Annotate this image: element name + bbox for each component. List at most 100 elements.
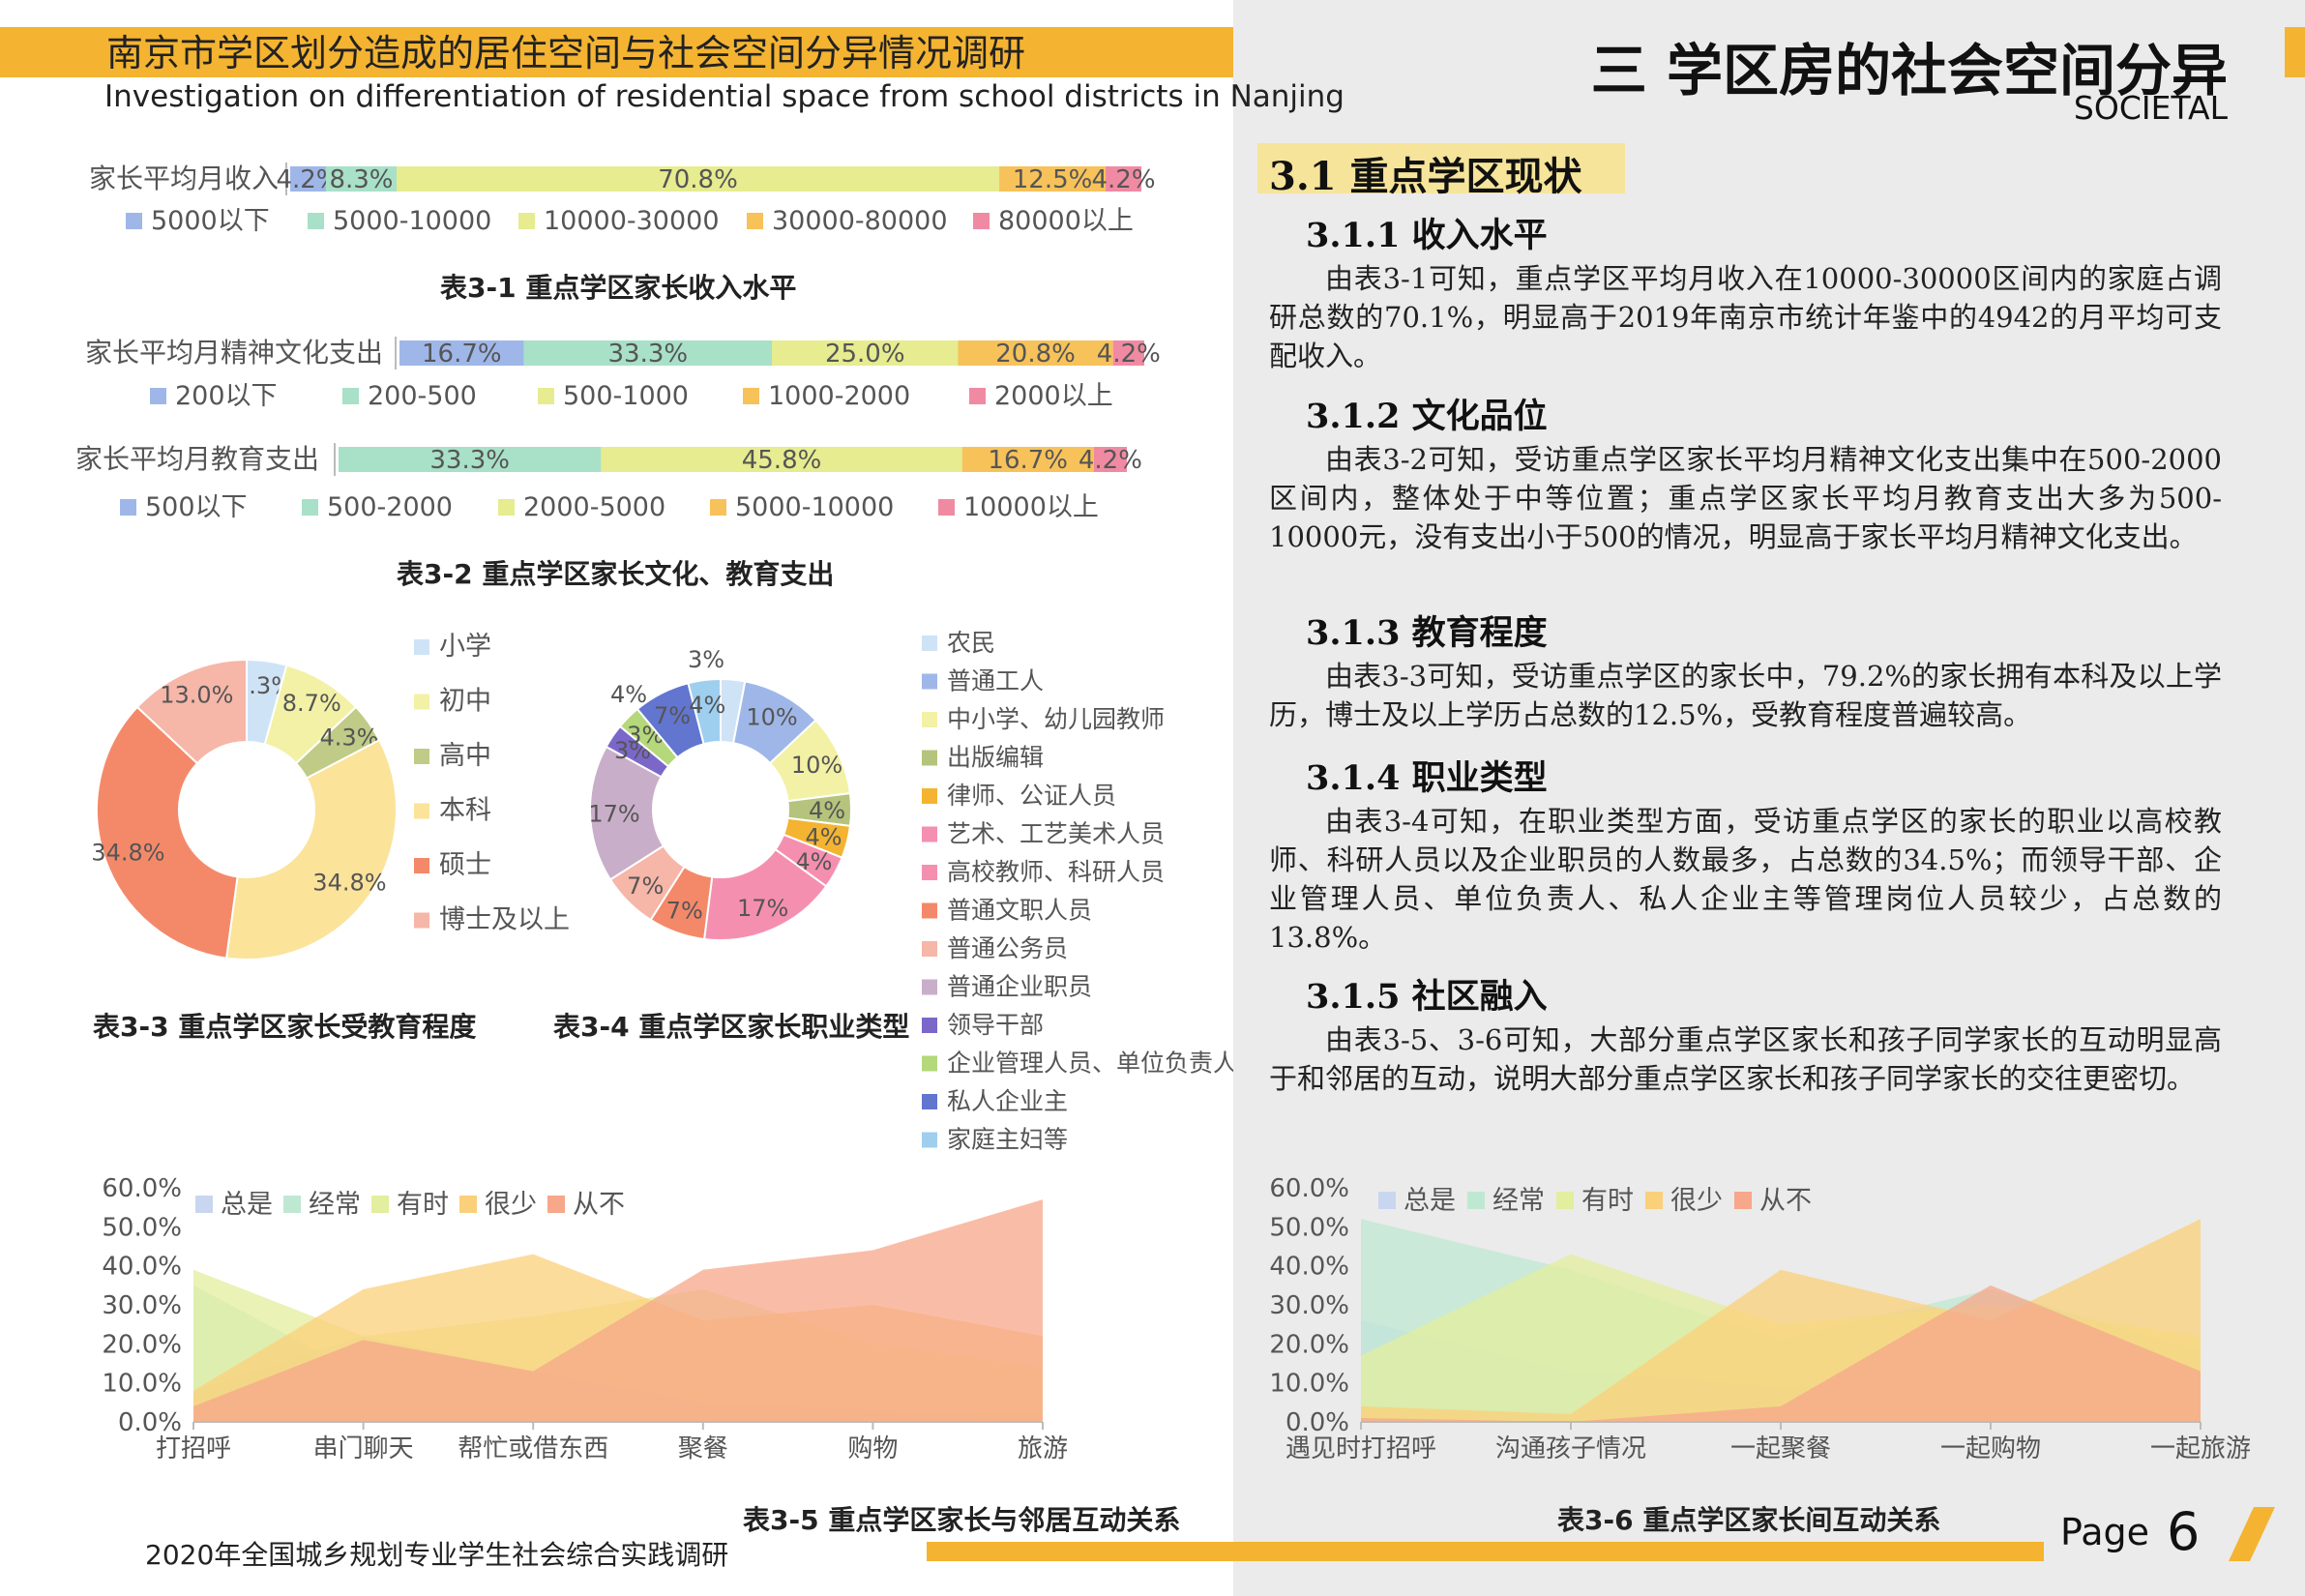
caption-table-3-1: 表3-1 重点学区家长收入水平 <box>440 272 797 304</box>
legend-label: 经常 <box>309 1190 361 1220</box>
legend-label: 律师、公证人员 <box>947 782 1116 810</box>
legend-swatch <box>922 635 937 651</box>
bar-data-label: 4.2% <box>1097 340 1161 369</box>
legend-label: 普通企业职员 <box>947 973 1092 1001</box>
y-tick-label: 20.0% <box>1269 1330 1349 1359</box>
legend-label: 普通工人 <box>947 667 1044 695</box>
x-tick-label: 串门聊天 <box>313 1434 414 1463</box>
legend-label: 500-1000 <box>563 381 689 411</box>
legend-swatch <box>126 213 142 229</box>
legend-label: 1000-2000 <box>768 381 910 411</box>
legend-swatch <box>414 858 429 873</box>
legend-label: 500-2000 <box>327 492 453 522</box>
caption-table-3-4: 表3-4 重点学区家长职业类型 <box>553 1011 910 1043</box>
legend-label: 小学 <box>439 632 491 662</box>
legend-label: 初中 <box>439 687 491 717</box>
bar-data-label: 20.8% <box>995 340 1076 369</box>
legend-label: 高中 <box>439 741 491 771</box>
donut-data-label: 13.0% <box>160 682 233 709</box>
legend-swatch <box>498 499 515 516</box>
legend-swatch <box>414 694 429 710</box>
donut-data-label: 17% <box>737 895 788 922</box>
legend-swatch <box>922 673 937 690</box>
legend-swatch <box>922 1018 937 1033</box>
legend-swatch <box>538 388 554 404</box>
legend-swatch <box>922 1132 937 1148</box>
legend-label: 有时 <box>1581 1186 1634 1216</box>
caption-table-3-5: 表3-5 重点学区家长与邻居互动关系 <box>743 1504 1181 1536</box>
legend-label: 5000以下 <box>151 206 270 236</box>
legend-label: 很少 <box>485 1190 537 1220</box>
legend-swatch <box>922 1055 937 1072</box>
section-occupation-title: 3.1.4 职业类型 <box>1306 758 1548 798</box>
x-tick-label: 一起聚餐 <box>1730 1434 1831 1463</box>
legend-label: 500以下 <box>145 492 248 522</box>
y-tick-label: 30.0% <box>1269 1291 1349 1320</box>
legend-label: 10000以上 <box>963 492 1099 522</box>
donut-data-label: 17% <box>588 800 639 827</box>
y-tick-label: 50.0% <box>1269 1213 1349 1242</box>
legend-label: 总是 <box>221 1190 273 1220</box>
donut-data-label: 8.7% <box>282 690 341 717</box>
legend-swatch <box>922 941 937 957</box>
legend-swatch <box>1556 1192 1574 1209</box>
legend-swatch <box>150 388 166 404</box>
donut-data-label: 4% <box>610 681 647 708</box>
section-education-title: 3.1.3 教育程度 <box>1306 613 1548 653</box>
legend-label: 本科 <box>439 796 491 826</box>
legend-label: 家庭主妇等 <box>947 1126 1068 1154</box>
legend-swatch <box>414 639 429 655</box>
legend-swatch <box>308 213 324 229</box>
donut-data-label: 10% <box>791 752 842 779</box>
legend-swatch <box>518 213 535 229</box>
legend-swatch <box>414 749 429 764</box>
legend-swatch <box>973 213 990 229</box>
y-tick-label: 0.0% <box>118 1408 182 1437</box>
legend-swatch <box>371 1196 389 1213</box>
legend-swatch <box>922 865 937 880</box>
section-occupation-text: 由表3-4可知，在职业类型方面，受访重点学区的家长的职业以高校教师、科研人员以及… <box>1269 805 2222 954</box>
legend-swatch <box>414 912 429 929</box>
y-tick-label: 40.0% <box>1269 1253 1349 1282</box>
donut-data-label: 4% <box>809 797 845 824</box>
legend-swatch <box>342 388 359 404</box>
legend-label: 10000-30000 <box>544 206 720 236</box>
y-tick-label: 40.0% <box>102 1253 182 1282</box>
legend-label: 普通公务员 <box>947 934 1068 962</box>
legend-swatch <box>922 979 937 995</box>
legend-swatch <box>1645 1192 1663 1209</box>
legend-swatch <box>922 1094 937 1109</box>
bar-data-label: 8.3% <box>329 165 393 194</box>
section-income-text: 由表3-1可知，重点学区平均月收入在10000-30000区间内的家庭占调研总数… <box>1269 262 2222 372</box>
x-tick-label: 遇见时打招呼 <box>1285 1434 1436 1463</box>
legend-swatch <box>302 499 318 516</box>
x-tick-label: 沟通孩子情况 <box>1495 1434 1646 1463</box>
bar-data-label: 70.8% <box>658 165 738 194</box>
section-culture-text: 由表3-2可知，受访重点学区家长平均月精神文化支出集中在500-2000区间内，… <box>1269 443 2222 553</box>
y-tick-label: 10.0% <box>102 1370 182 1399</box>
footer-text: 2020年全国城乡规划专业学生社会综合实践调研 <box>145 1539 729 1571</box>
x-tick-label: 旅游 <box>1018 1434 1068 1463</box>
legend-label: 私人企业主 <box>947 1087 1068 1115</box>
legend-label: 博士及以上 <box>439 905 570 935</box>
legend-label: 5000-10000 <box>735 492 894 522</box>
bar-data-label: 4.2% <box>1079 446 1142 475</box>
subheading: 3.1 重点学区现状 <box>1269 154 1582 199</box>
bar-category-label: 家长平均月教育支出 <box>75 443 319 475</box>
donut-data-label: 3% <box>688 646 724 673</box>
donut-data-label: 7% <box>666 897 703 924</box>
y-tick-label: 60.0% <box>1269 1174 1349 1203</box>
y-tick-label: 60.0% <box>102 1174 182 1203</box>
legend-swatch <box>283 1196 301 1213</box>
legend-label: 普通文职人员 <box>947 897 1092 925</box>
legend-swatch <box>938 499 955 516</box>
legend-label: 出版编辑 <box>947 744 1044 772</box>
y-tick-label: 30.0% <box>102 1291 182 1320</box>
bar-data-label: 12.5% <box>1013 165 1093 194</box>
legend-swatch <box>747 213 763 229</box>
header-accent <box>2285 27 2305 77</box>
legend-label: 2000以上 <box>994 381 1113 411</box>
legend-label: 很少 <box>1670 1186 1723 1216</box>
bar-category-label: 家长平均月精神文化支出 <box>85 337 383 369</box>
legend-swatch <box>1734 1192 1752 1209</box>
